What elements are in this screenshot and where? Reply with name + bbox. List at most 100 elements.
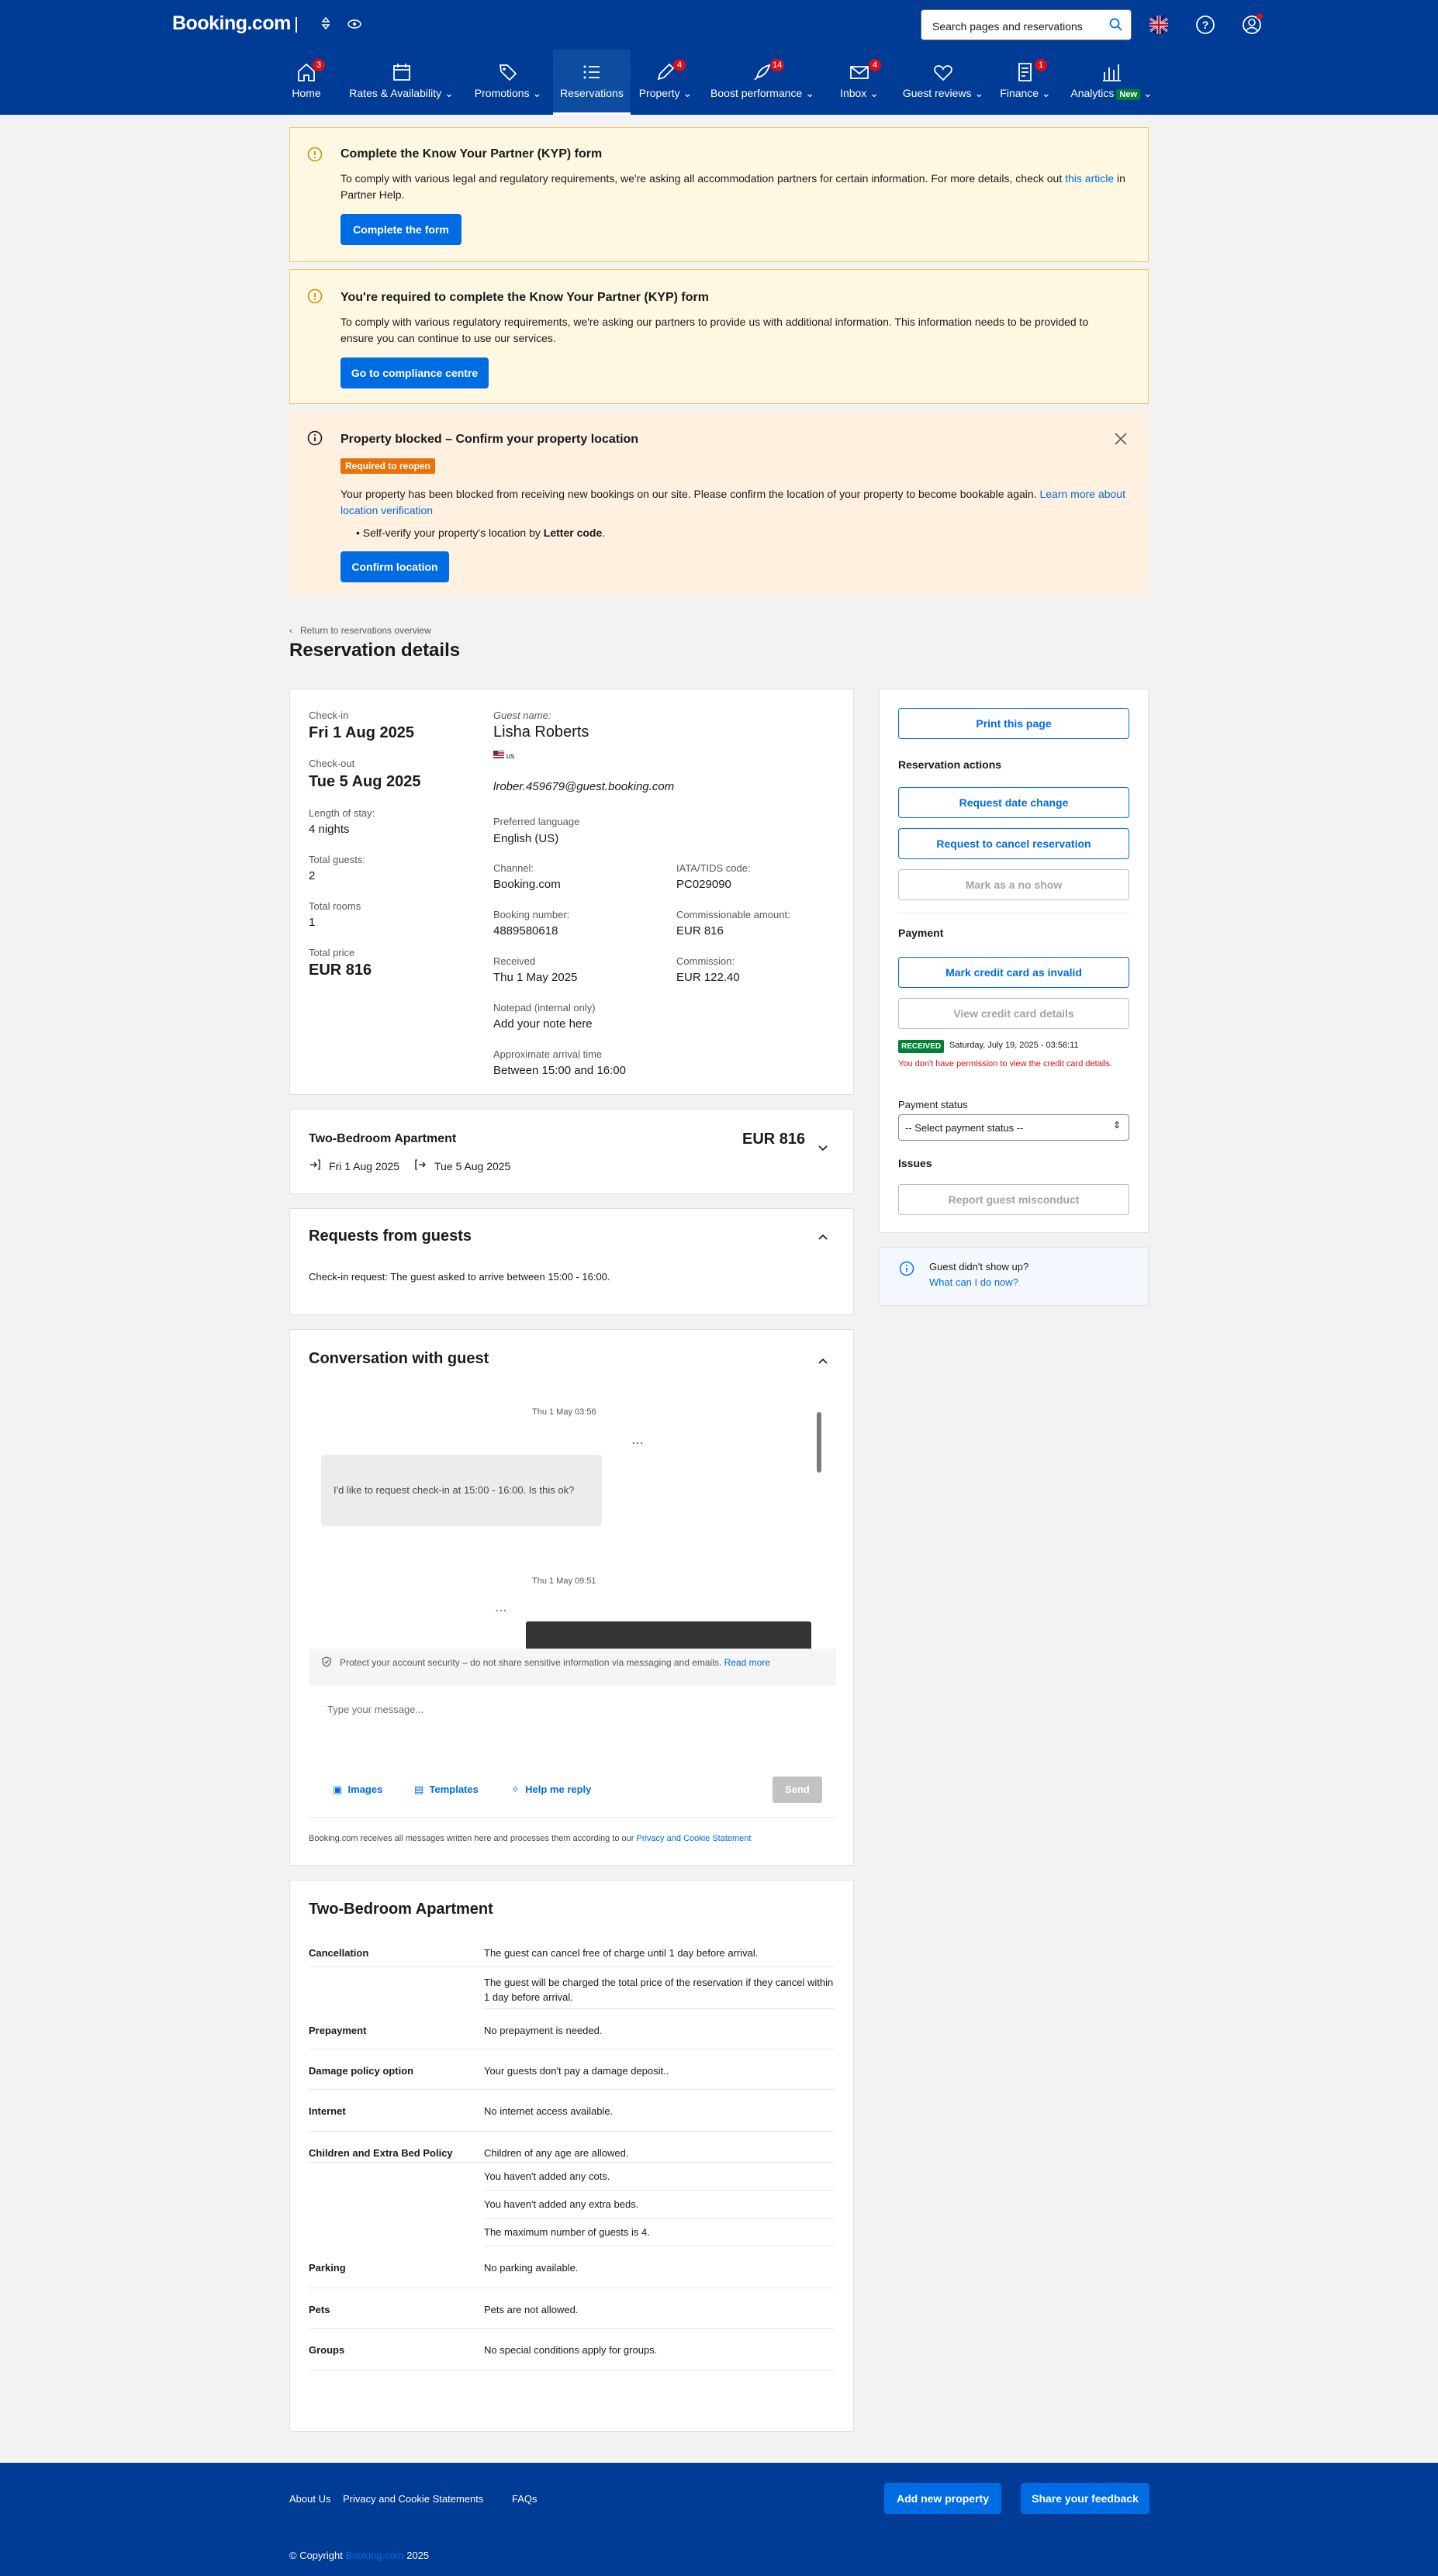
checkout-value: Tue 5 Aug 2025 xyxy=(309,773,421,790)
banner-text: Your property has been blocked from rece… xyxy=(340,488,1125,516)
nav-label: Boost performance xyxy=(710,87,803,99)
confirm-location-button[interactable]: Confirm location xyxy=(340,551,449,582)
nav-analytics[interactable]: Analytics New ⌄ xyxy=(1065,50,1158,115)
arrival-label: Approximate arrival time xyxy=(493,1048,603,1060)
heart-icon xyxy=(934,65,952,81)
bar-chart-icon xyxy=(1103,64,1121,81)
footer-link-about[interactable]: About Us xyxy=(289,2493,330,2505)
nav-boost-performance[interactable]: 14 Boost performance ⌄ xyxy=(708,50,817,115)
nav-reservations[interactable]: Reservations xyxy=(553,50,631,115)
banner-title: Property blocked – Confirm your property… xyxy=(340,433,639,446)
shield-check-icon xyxy=(322,1656,331,1667)
mark-card-invalid-button[interactable]: Mark credit card as invalid xyxy=(898,957,1129,988)
iata-label: IATA/TIDS code: xyxy=(676,862,751,874)
share-feedback-button[interactable]: Share your feedback xyxy=(1021,2483,1149,2514)
compliance-centre-button[interactable]: Go to compliance centre xyxy=(340,357,489,388)
nav-home[interactable]: 3 Home xyxy=(284,50,329,115)
footer-link-faqs[interactable]: FAQs xyxy=(512,2493,538,2505)
guest-name-link[interactable]: Lisha Roberts xyxy=(493,723,589,741)
images-button[interactable]: ▣ Images xyxy=(333,1784,382,1796)
chevron-down-icon[interactable] xyxy=(818,1142,828,1153)
channel-label: Channel: xyxy=(493,862,534,874)
nav-finance[interactable]: 1 Finance ⌄ xyxy=(996,50,1055,115)
request-cancel-button[interactable]: Request to cancel reservation xyxy=(898,828,1129,859)
close-icon[interactable] xyxy=(1114,432,1128,446)
mark-no-show-button[interactable]: Mark as a no show xyxy=(898,869,1129,900)
notepad-label: Notepad (internal only) xyxy=(493,1002,596,1013)
add-note-link[interactable]: Add your note here xyxy=(493,1017,593,1031)
received-label: Received xyxy=(493,955,536,967)
room-summary-card[interactable]: Two-Bedroom Apartment EUR 816 Fri 1 Aug … xyxy=(289,1109,854,1194)
more-options-icon[interactable]: ⋯ xyxy=(631,1435,644,1451)
nav-badge: 4 xyxy=(673,59,686,71)
select-arrows-icon: ⇕ xyxy=(1112,1120,1121,1131)
complete-form-button[interactable]: Complete the form xyxy=(340,214,461,245)
eye-icon[interactable] xyxy=(347,19,361,31)
booking-logo[interactable]: Booking.com xyxy=(172,12,291,35)
chevron-up-icon[interactable] xyxy=(818,1232,828,1243)
nav-label: Rates & Availability xyxy=(349,87,442,99)
read-more-link[interactable]: Read more xyxy=(724,1657,770,1668)
guest-email-link[interactable]: lrober.459679@guest.booking.com xyxy=(493,780,674,793)
help-icon[interactable]: ? xyxy=(1190,9,1221,40)
received-value: Thu 1 May 2025 xyxy=(493,971,578,984)
message-bubble: I'd like to request check-in at 15:00 - … xyxy=(321,1455,602,1526)
view-card-details-button[interactable]: View credit card details xyxy=(898,998,1129,1029)
nav-inbox[interactable]: 4 Inbox ⌄ xyxy=(832,50,887,115)
permission-warning: You don't have permission to view the cr… xyxy=(898,1059,1113,1069)
nav-badge: 14 xyxy=(770,59,785,71)
message-input[interactable]: Type your message... xyxy=(309,1694,836,1749)
policy-row-cancellation: Cancellation The guest can cancel free o… xyxy=(309,1939,835,1967)
checkin-arrow-icon xyxy=(310,1159,320,1170)
what-can-i-do-link[interactable]: What can I do now? xyxy=(929,1276,1018,1288)
swap-icon[interactable] xyxy=(321,16,330,32)
payment-status-select[interactable]: -- Select payment status -- ⇕ xyxy=(898,1114,1129,1141)
privacy-statement-link[interactable]: Privacy and Cookie Statement xyxy=(637,1834,752,1843)
room-checkin: Fri 1 Aug 2025 xyxy=(329,1160,400,1172)
room-name: Two-Bedroom Apartment xyxy=(309,1132,457,1145)
breadcrumb[interactable]: ‹ Return to reservations overview xyxy=(289,625,431,636)
chat-icon: ▤ xyxy=(414,1784,424,1795)
top-header: Booking.com Search pages and reservation… xyxy=(0,0,1438,115)
footer-link-privacy[interactable]: Privacy and Cookie Statements xyxy=(343,2493,483,2505)
report-misconduct-button[interactable]: Report guest misconduct xyxy=(898,1184,1129,1215)
privacy-notice: Booking.com receives all messages writte… xyxy=(309,1834,752,1843)
nav-promotions[interactable]: Promotions ⌄ xyxy=(469,50,547,115)
account-icon[interactable] xyxy=(1236,9,1267,40)
message-time: Thu 1 May 09:51 xyxy=(532,1576,596,1586)
commissionable-value: EUR 816 xyxy=(676,924,724,938)
checkin-value: Fri 1 Aug 2025 xyxy=(309,724,414,741)
nav-rates-availability[interactable]: Rates & Availability ⌄ xyxy=(345,50,458,115)
send-button[interactable]: Send xyxy=(773,1777,822,1803)
print-page-button[interactable]: Print this page xyxy=(898,708,1129,739)
nav-property[interactable]: 4 Property ⌄ xyxy=(636,50,695,115)
message-time: Thu 1 May 03:56 xyxy=(532,1407,596,1417)
booking-number-label: Booking number: xyxy=(493,909,570,920)
templates-button[interactable]: ▤ Templates xyxy=(414,1784,479,1796)
nav-label: Property xyxy=(638,87,680,99)
request-date-change-button[interactable]: Request date change xyxy=(898,787,1129,818)
policies-card: Two-Bedroom Apartment Cancellation The g… xyxy=(289,1880,854,2432)
nav-label: Reservations xyxy=(560,87,624,99)
guest-name-label: Guest name: xyxy=(493,710,551,721)
banner-title: You're required to complete the Know You… xyxy=(340,291,709,304)
policy-row-parking: Parking No parking available. xyxy=(309,2246,835,2288)
more-options-icon[interactable]: ⋯ xyxy=(495,1603,507,1618)
policy-row-children-4: The maximum number of guests is 4. xyxy=(484,2219,835,2246)
uk-flag-icon[interactable] xyxy=(1143,9,1174,40)
nav-label: Home xyxy=(292,87,321,99)
requests-text: Check-in request: The guest asked to arr… xyxy=(309,1271,610,1283)
add-property-button[interactable]: Add new property xyxy=(884,2483,1001,2514)
rooms-label: Total rooms xyxy=(309,900,361,912)
this-article-link[interactable]: this article xyxy=(1065,172,1114,185)
search-input[interactable]: Search pages and reservations xyxy=(921,9,1132,40)
chevron-up-icon[interactable] xyxy=(818,1356,828,1367)
scrollbar[interactable] xyxy=(816,1400,822,1640)
help-me-reply-button[interactable]: ✧ Help me reply xyxy=(511,1784,591,1796)
booking-home-link[interactable]: Booking.com xyxy=(345,2550,403,2561)
payment-title: Payment xyxy=(898,927,944,939)
policy-row-prepayment: Prepayment No prepayment is needed. xyxy=(309,2009,835,2049)
nav-guest-reviews[interactable]: Guest reviews ⌄ xyxy=(900,50,987,115)
info-icon xyxy=(307,288,323,304)
mail-icon xyxy=(850,66,869,79)
